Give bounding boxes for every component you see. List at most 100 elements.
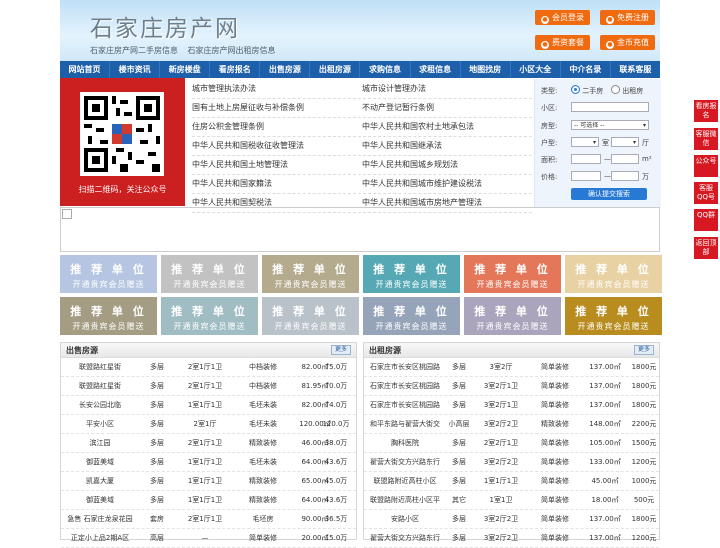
float-back-to-top[interactable]: 返回顶部 xyxy=(694,237,718,259)
recommend-tile[interactable]: 推 荐 单 位开通贵宾会员赠送 xyxy=(161,297,258,335)
table-row[interactable]: 联盟路附近高柱小区平 其它 1室1卫 简单装修 18.00㎡ 500元 xyxy=(364,491,659,510)
hall-select[interactable]: ▾ xyxy=(611,137,639,147)
table-row[interactable]: 凯嘉大厦 多层 1室1厅1卫 精致装修 65.00㎡ 45.0万 xyxy=(61,472,356,491)
room-select[interactable]: ▾ xyxy=(571,137,599,147)
table-cell[interactable]: 石家庄市长安区桃园路 xyxy=(365,358,445,376)
table-cell[interactable]: 联盟路红星街 xyxy=(63,358,137,376)
rent-more-button[interactable]: 更多 xyxy=(634,345,654,355)
table-cell[interactable]: 急售 石家庄龙泉花园 xyxy=(63,510,137,528)
sale-more-button[interactable]: 更多 xyxy=(331,345,351,355)
search-submit-button[interactable]: 确认提交搜索 xyxy=(571,188,647,200)
nav-rent[interactable]: 出租房源 xyxy=(310,61,361,78)
law-link[interactable]: 中华人民共和国税收征收管理法 xyxy=(192,137,362,155)
nav-service[interactable]: 联系客服 xyxy=(611,61,660,78)
table-row[interactable]: 胸科医院 多层 2室2厅1卫 简单装修 105.00㎡ 1500元 xyxy=(364,434,659,453)
float-service-qq[interactable]: 客服QQ号 xyxy=(694,182,718,204)
nav-home[interactable]: 网站首页 xyxy=(60,61,111,78)
nav-viewing-signup[interactable]: 看房报名 xyxy=(210,61,261,78)
table-cell[interactable]: 凯嘉大厦 xyxy=(63,472,137,490)
sale-radio[interactable]: 二手房 xyxy=(571,85,603,96)
table-row[interactable]: 平安小区 多层 2室1厅 毛坯未装 120.00㎡ 120.0万 xyxy=(61,415,356,434)
table-row[interactable]: 石家庄市长安区桃园路 多层 3室2厅1卫 简单装修 137.00㎡ 1800元 xyxy=(364,377,659,396)
law-link[interactable]: 国有土地上房屋征收与补偿条例 xyxy=(192,99,362,117)
recommend-tile[interactable]: 推 荐 单 位开通贵宾会员赠送 xyxy=(161,255,258,293)
table-cell[interactable]: 和平东路与翟营大街交 xyxy=(365,415,445,433)
house-type-select[interactable]: -- 可选择 -- ▾ xyxy=(571,120,649,130)
law-link[interactable]: 中华人民共和国家籍法 xyxy=(192,175,362,193)
table-cell[interactable]: 长安公园北临 xyxy=(63,396,137,414)
table-row[interactable]: 翟营大街交方兴路东行 多层 3室2厅2卫 简单装修 133.00㎡ 1200元 xyxy=(364,453,659,472)
table-cell[interactable]: 石家庄市长安区桃园路 xyxy=(365,377,445,395)
law-link[interactable]: 中华人民共和国城乡规划法 xyxy=(362,156,532,174)
recommend-tile[interactable]: 推 荐 单 位开通贵宾会员赠送 xyxy=(262,297,359,335)
recommend-tile[interactable]: 推 荐 单 位开通贵宾会员赠送 xyxy=(60,255,157,293)
register-button[interactable]: ● 免费注册 xyxy=(600,10,655,25)
table-row[interactable]: 长安公园北临 多层 1室1厅1卫 毛坯未装 82.00㎡ 74.0万 xyxy=(61,396,356,415)
law-link[interactable]: 住房公积金管理条例 xyxy=(192,118,362,136)
recommend-tile[interactable]: 推 荐 单 位开通贵宾会员赠送 xyxy=(464,297,561,335)
table-row[interactable]: 联盟路附近高柱小区 多层 1室1厅1卫 简单装修 45.00㎡ 1000元 xyxy=(364,472,659,491)
law-link[interactable]: 中华人民共和国土地管理法 xyxy=(192,156,362,174)
table-row[interactable]: 和平东路与翟营大街交 小高层 3室2厅2卫 精致装修 148.00㎡ 2200元 xyxy=(364,415,659,434)
recommend-tile[interactable]: 推 荐 单 位开通贵宾会员赠送 xyxy=(262,255,359,293)
nav-wanted-buy[interactable]: 求购信息 xyxy=(360,61,411,78)
table-cell[interactable]: 滨江园 xyxy=(63,434,137,452)
recommend-tile[interactable]: 推 荐 单 位开通贵宾会员赠送 xyxy=(60,297,157,335)
float-official-account[interactable]: 公众号 xyxy=(694,155,718,177)
law-link[interactable]: 城市管理执法办法 xyxy=(192,80,362,98)
table-row[interactable]: 滨江园 多层 2室1厅1卫 精致装修 46.00㎡ 38.0万 xyxy=(61,434,356,453)
nav-wanted-rent[interactable]: 求租信息 xyxy=(411,61,461,78)
table-cell[interactable]: 翟营大街交方兴路东行 xyxy=(365,529,445,547)
table-row[interactable]: 急售 石家庄龙泉花园 套房 2室1厅1卫 毛坯房 90.00㎡ 36.5万 xyxy=(61,510,356,529)
recharge-button[interactable]: ● 金币充值 xyxy=(600,35,655,50)
table-cell[interactable]: 平安小区 xyxy=(63,415,137,433)
law-link[interactable]: 城市设计管理办法 xyxy=(362,80,532,98)
recommend-tile[interactable]: 推 荐 单 位开通贵宾会员赠送 xyxy=(464,255,561,293)
float-qq-group[interactable]: QQ群 xyxy=(694,209,718,231)
table-cell[interactable]: 御蓝美域 xyxy=(63,453,137,471)
law-link[interactable]: 中华人民共和国农村土地承包法 xyxy=(362,118,532,136)
package-button[interactable]: ● 费资套餐 xyxy=(535,35,590,50)
ad-banner[interactable] xyxy=(60,207,660,252)
table-row[interactable]: 翟营大街交方兴路东行 多层 3室2厅2卫 简单装修 137.00㎡ 1200元 xyxy=(364,529,659,548)
table-cell[interactable]: 胸科医院 xyxy=(365,434,445,452)
table-cell[interactable]: 联盟路附近高柱小区 xyxy=(365,472,445,490)
nav-sale[interactable]: 出售房源 xyxy=(260,61,311,78)
table-row[interactable]: 联盟路红星街 多层 2室1厅1卫 中档装修 82.00㎡ 75.0万 xyxy=(61,358,356,377)
site-logo[interactable]: 石家庄房产网 xyxy=(90,9,240,43)
price-max-input[interactable] xyxy=(611,171,639,181)
table-row[interactable]: 联盟路红星街 多层 2室1厅1卫 中档装修 81.95㎡ 70.0万 xyxy=(61,377,356,396)
table-cell[interactable]: 安路小区 xyxy=(365,510,445,528)
rent-radio[interactable]: 出租房 xyxy=(611,85,643,96)
law-link[interactable]: 不动产登记暂行条例 xyxy=(362,99,532,117)
table-cell[interactable]: 翟营大街交方兴路东行 xyxy=(365,453,445,471)
table-row[interactable]: 御蓝美域 多层 1室1厅1卫 精致装修 64.00㎡ 43.6万 xyxy=(61,491,356,510)
table-row[interactable]: 正定小上品2期A区 高层 — 简单装修 20.00㎡ 15.0万 xyxy=(61,529,356,548)
recommend-tile[interactable]: 推 荐 单 位开通贵宾会员赠送 xyxy=(363,255,460,293)
nav-new-homes[interactable]: 新房楼盘 xyxy=(160,61,211,78)
nav-agents[interactable]: 中介名录 xyxy=(561,61,611,78)
table-cell[interactable]: 御蓝美域 xyxy=(63,491,137,509)
recommend-tile[interactable]: 推 荐 单 位开通贵宾会员赠送 xyxy=(565,255,662,293)
slogan-sale[interactable]: 石家庄房产网二手房信息 xyxy=(90,46,178,55)
table-row[interactable]: 石家庄市长安区桃园路 多层 3室2厅1卫 简单装修 137.00㎡ 1800元 xyxy=(364,396,659,415)
community-input[interactable] xyxy=(571,102,649,112)
table-cell[interactable]: 正定小上品2期A区 xyxy=(63,529,137,547)
nav-news[interactable]: 楼市资讯 xyxy=(110,61,161,78)
table-row[interactable]: 安路小区 多层 3室2厅2卫 简单装修 137.00㎡ 1800元 xyxy=(364,510,659,529)
slogan-rent[interactable]: 石家庄房产网出租房信息 xyxy=(188,46,276,55)
area-max-input[interactable] xyxy=(611,154,639,164)
table-cell[interactable]: 联盟路附近高柱小区平 xyxy=(365,491,445,509)
table-row[interactable]: 石家庄市长安区桃园路 多层 3室2厅 简单装修 137.00㎡ 1800元 xyxy=(364,358,659,377)
table-cell[interactable]: 联盟路红星街 xyxy=(63,377,137,395)
nav-map[interactable]: 地图找房 xyxy=(461,61,511,78)
table-cell[interactable]: 石家庄市长安区桃园路 xyxy=(365,396,445,414)
login-button[interactable]: ● 会员登录 xyxy=(535,10,590,25)
recommend-tile[interactable]: 推 荐 单 位开通贵宾会员赠送 xyxy=(565,297,662,335)
law-link[interactable]: 中华人民共和国城市维护建设税法 xyxy=(362,175,532,193)
float-service-wechat[interactable]: 客服微信 xyxy=(694,128,718,150)
price-min-input[interactable] xyxy=(571,171,601,181)
area-min-input[interactable] xyxy=(571,154,601,164)
nav-communities[interactable]: 小区大全 xyxy=(511,61,561,78)
table-row[interactable]: 御蓝美域 多层 1室1厅1卫 毛坯未装 64.00㎡ 43.6万 xyxy=(61,453,356,472)
